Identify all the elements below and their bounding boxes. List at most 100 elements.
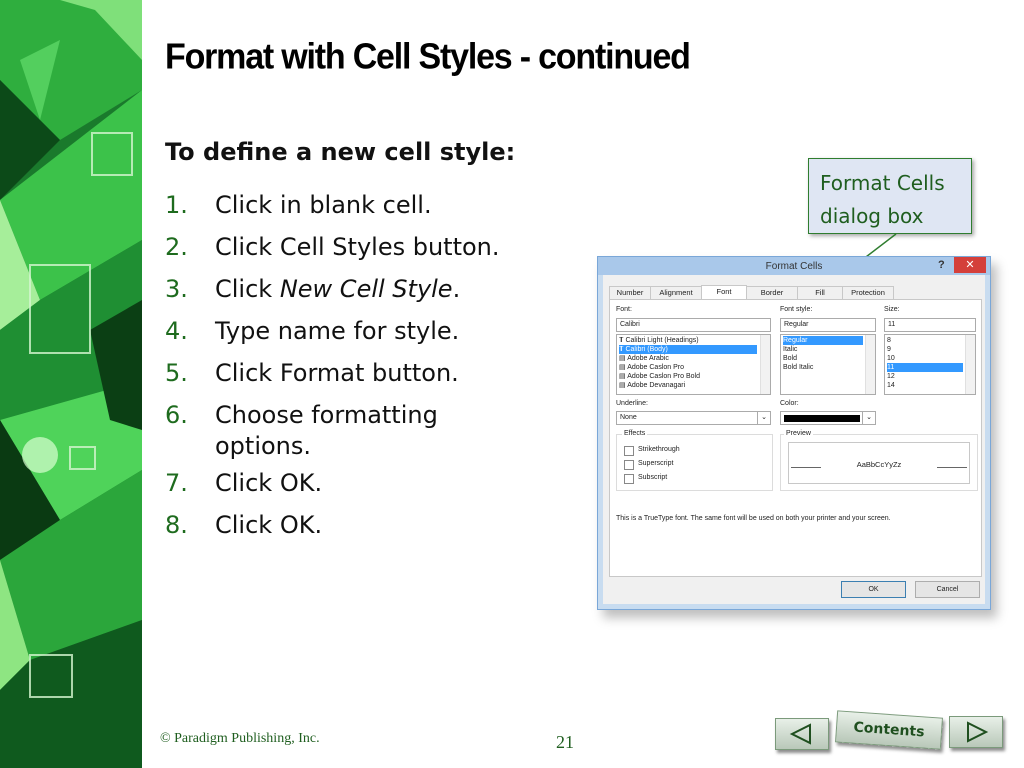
effects-label: Effects [622, 430, 648, 437]
step-number: 7. [165, 469, 188, 497]
list-item[interactable]: ▤ Adobe Arabic [619, 354, 669, 363]
subscript-checkbox[interactable] [624, 474, 634, 484]
contents-button[interactable]: Contents [835, 710, 943, 750]
preview-label: Preview [784, 430, 813, 437]
steps-intro: To define a new cell style: [165, 138, 516, 166]
font-style-list[interactable]: Regular Italic Bold Bold Italic [780, 334, 876, 395]
help-button[interactable]: ? [938, 259, 945, 271]
list-item[interactable]: 9 [887, 345, 891, 354]
step-text: Click OK. [215, 469, 323, 497]
ok-button[interactable]: OK [841, 581, 906, 598]
preview-baseline-right [937, 467, 967, 468]
font-tab-pane: Font: Calibri 𝐓 Calibri Light (Headings)… [609, 299, 982, 577]
underline-label: Underline: [616, 400, 648, 407]
font-input[interactable]: Calibri [616, 318, 771, 332]
step-text: Click Format button. [215, 359, 459, 387]
step-text: Click Cell Styles button. [215, 233, 500, 261]
chevron-down-icon[interactable]: ⌄ [862, 412, 875, 424]
dialog-title: Format Cells [765, 261, 823, 272]
font-list-scrollbar[interactable] [760, 335, 770, 394]
size-list[interactable]: 8 9 10 11 12 14 [884, 334, 976, 395]
superscript-label: Superscript [638, 460, 674, 467]
step-number: 6. [165, 401, 188, 429]
font-style-label: Font style: [780, 306, 813, 313]
close-button[interactable]: ✕ [954, 257, 986, 273]
tab-alignment[interactable]: Alignment [650, 286, 702, 299]
decorative-crystal-band [0, 0, 142, 768]
previous-slide-button[interactable] [775, 718, 829, 750]
list-item[interactable]: ▤ Adobe Caslon Pro [619, 363, 684, 372]
font-style-input[interactable]: Regular [780, 318, 876, 332]
superscript-checkbox[interactable] [624, 460, 634, 470]
slide-title: Format with Cell Styles - continued [165, 37, 691, 77]
subscript-label: Subscript [638, 474, 668, 481]
strikethrough-label: Strikethrough [638, 446, 680, 453]
size-label: Size: [884, 306, 900, 313]
triangle-left-icon [789, 723, 811, 745]
underline-select[interactable]: None ⌄ [616, 411, 771, 425]
list-item-selected[interactable]: 11 [887, 363, 963, 372]
list-item[interactable]: ▤ Adobe Devanagari [619, 381, 685, 390]
step-item: 6. Choose formatting options. [165, 394, 545, 462]
size-input[interactable]: 11 [884, 318, 976, 332]
chevron-down-icon[interactable]: ⌄ [757, 412, 770, 424]
color-swatch [784, 415, 860, 422]
dialog-body: Number Alignment Font Border Fill Protec… [605, 277, 982, 602]
step-item: 7. Click OK. [165, 462, 545, 504]
step-text-end: . [452, 275, 461, 303]
list-item[interactable]: 10 [887, 354, 895, 363]
step-text-italic: New Cell Style [279, 275, 453, 303]
steps-list: 1. Click in blank cell. 2. Click Cell St… [165, 184, 545, 546]
size-list-scrollbar[interactable] [965, 335, 975, 394]
page-number: 21 [556, 732, 574, 752]
list-item[interactable]: 12 [887, 372, 895, 381]
step-number: 3. [165, 275, 188, 303]
step-item: 2. Click Cell Styles button. [165, 226, 545, 268]
style-list-scrollbar[interactable] [865, 335, 875, 394]
callout-box: Format Cells dialog box [808, 158, 972, 234]
list-item[interactable]: Italic [783, 345, 797, 354]
font-list[interactable]: 𝐓 Calibri Light (Headings) 𝐓 Calibri (Bo… [616, 334, 771, 395]
step-number: 8. [165, 511, 188, 539]
color-select[interactable]: ⌄ [780, 411, 876, 425]
step-item: 5. Click Format button. [165, 352, 545, 394]
step-text: Type name for style. [215, 317, 460, 345]
step-number: 1. [165, 191, 188, 219]
step-item: 8. Click OK. [165, 504, 545, 546]
step-number: 2. [165, 233, 188, 261]
list-item[interactable]: 8 [887, 336, 891, 345]
strikethrough-checkbox[interactable] [624, 446, 634, 456]
preview-box: AaBbCcYyZz [788, 442, 970, 484]
color-label: Color: [780, 400, 799, 407]
step-item: 4. Type name for style. [165, 310, 545, 352]
callout-line-1: Format Cells [820, 171, 945, 195]
step-number: 4. [165, 317, 188, 345]
step-text: Click in blank cell. [215, 191, 432, 219]
step-text: Click OK. [215, 511, 323, 539]
step-item: 1. Click in blank cell. [165, 184, 545, 226]
tab-number[interactable]: Number [609, 286, 651, 299]
tab-protection[interactable]: Protection [842, 286, 894, 299]
font-label: Font: [616, 306, 632, 313]
list-item[interactable]: 14 [887, 381, 895, 390]
callout-line-2: dialog box [820, 204, 924, 228]
truetype-info: This is a TrueType font. The same font w… [616, 515, 891, 522]
step-item: 3. Click New Cell Style. [165, 268, 545, 310]
underline-value: None [620, 414, 637, 421]
list-item-selected[interactable]: Regular [783, 336, 863, 345]
next-slide-button[interactable] [949, 716, 1003, 748]
copyright-text: © Paradigm Publishing, Inc. [160, 731, 320, 746]
format-cells-dialog: Format Cells ? ✕ Number Alignment Font B… [597, 256, 991, 610]
tab-border[interactable]: Border [746, 286, 798, 299]
tab-font[interactable]: Font [701, 285, 747, 300]
cancel-button[interactable]: Cancel [915, 581, 980, 598]
step-text: Click [215, 275, 280, 303]
list-item[interactable]: Bold [783, 354, 797, 363]
list-item-selected[interactable]: 𝐓 Calibri (Body) [619, 345, 757, 354]
triangle-right-icon [967, 721, 989, 743]
step-number: 5. [165, 359, 188, 387]
tab-fill[interactable]: Fill [797, 286, 843, 299]
list-item[interactable]: 𝐓 Calibri Light (Headings) [619, 336, 699, 345]
list-item[interactable]: Bold Italic [783, 363, 813, 372]
list-item[interactable]: ▤ Adobe Caslon Pro Bold [619, 372, 700, 381]
